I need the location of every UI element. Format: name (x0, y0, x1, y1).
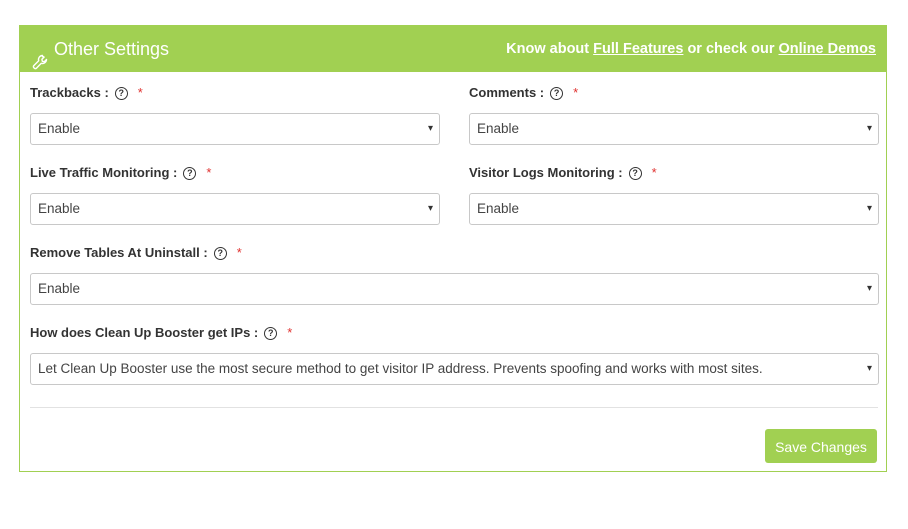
chevron-down-icon: ▾ (866, 123, 872, 134)
live-traffic-select-value: Enable (38, 201, 81, 216)
help-icon[interactable]: ? (550, 86, 564, 100)
help-icon[interactable]: ? (183, 166, 197, 180)
remove-tables-label-text: Remove Tables At Uninstall : (30, 245, 208, 260)
save-changes-button[interactable]: Save Changes (765, 429, 877, 463)
required-marker: * (206, 165, 212, 180)
get-ips-field: How does Clean Up Booster get IPs : ? * … (30, 324, 879, 385)
comments-select-value: Enable (477, 121, 520, 136)
help-icon[interactable]: ? (213, 246, 227, 260)
visitor-logs-label-text: Visitor Logs Monitoring : (469, 165, 623, 180)
visitor-logs-select-value: Enable (477, 201, 520, 216)
get-ips-select[interactable]: Let Clean Up Booster use the most secure… (30, 353, 879, 385)
get-ips-select-value: Let Clean Up Booster use the most secure… (38, 361, 763, 376)
visitor-logs-field: Visitor Logs Monitoring : ? * Enable ▾ (469, 164, 879, 225)
trackbacks-select[interactable]: Enable ▾ (30, 113, 440, 145)
get-ips-label-text: How does Clean Up Booster get IPs : (30, 325, 259, 340)
visitor-logs-select[interactable]: Enable ▾ (469, 193, 879, 225)
comments-label-text: Comments : (469, 85, 545, 100)
get-ips-label: How does Clean Up Booster get IPs : ? * (30, 324, 879, 342)
remove-tables-select-value: Enable (38, 281, 81, 296)
visitor-logs-label: Visitor Logs Monitoring : ? * (469, 164, 879, 182)
help-icon[interactable]: ? (628, 166, 642, 180)
panel-title-text: Other Settings (54, 39, 170, 59)
required-marker: * (287, 325, 293, 340)
or-check-text: or check our (687, 41, 775, 57)
comments-label: Comments : ? * (469, 84, 879, 102)
full-features-link[interactable]: Full Features (593, 41, 683, 57)
trackbacks-field: Trackbacks : ? * Enable ▾ (30, 84, 440, 145)
remove-tables-field: Remove Tables At Uninstall : ? * Enable … (30, 244, 879, 305)
panel-title: Other Settings (32, 26, 169, 72)
live-traffic-label-text: Live Traffic Monitoring : (30, 165, 178, 180)
trackbacks-label: Trackbacks : ? * (30, 84, 440, 102)
help-icon[interactable]: ? (114, 86, 128, 100)
live-traffic-label: Live Traffic Monitoring : ? * (30, 164, 440, 182)
remove-tables-select[interactable]: Enable ▾ (30, 273, 879, 305)
trackbacks-label-text: Trackbacks : (30, 85, 109, 100)
panel-header: Other Settings Know about Full Features … (20, 26, 886, 72)
required-marker: * (236, 245, 242, 260)
remove-tables-label: Remove Tables At Uninstall : ? * (30, 244, 879, 262)
live-traffic-select[interactable]: Enable ▾ (30, 193, 440, 225)
required-marker: * (573, 85, 579, 100)
chevron-down-icon: ▾ (866, 283, 872, 294)
chevron-down-icon: ▾ (866, 363, 872, 374)
comments-field: Comments : ? * Enable ▾ (469, 84, 879, 145)
other-settings-panel: Other Settings Know about Full Features … (19, 25, 887, 472)
required-marker: * (137, 85, 143, 100)
chevron-down-icon: ▾ (427, 123, 433, 134)
chevron-down-icon: ▾ (866, 203, 872, 214)
online-demos-link[interactable]: Online Demos (779, 41, 877, 57)
help-icon[interactable]: ? (264, 326, 278, 340)
wrench-icon (32, 41, 48, 70)
live-traffic-field: Live Traffic Monitoring : ? * Enable ▾ (30, 164, 440, 225)
required-marker: * (651, 165, 657, 180)
comments-select[interactable]: Enable ▾ (469, 113, 879, 145)
divider (30, 407, 878, 408)
know-about-text: Know about (506, 41, 590, 57)
chevron-down-icon: ▾ (427, 203, 433, 214)
trackbacks-select-value: Enable (38, 121, 81, 136)
header-links: Know about Full Features or check our On… (506, 26, 876, 72)
